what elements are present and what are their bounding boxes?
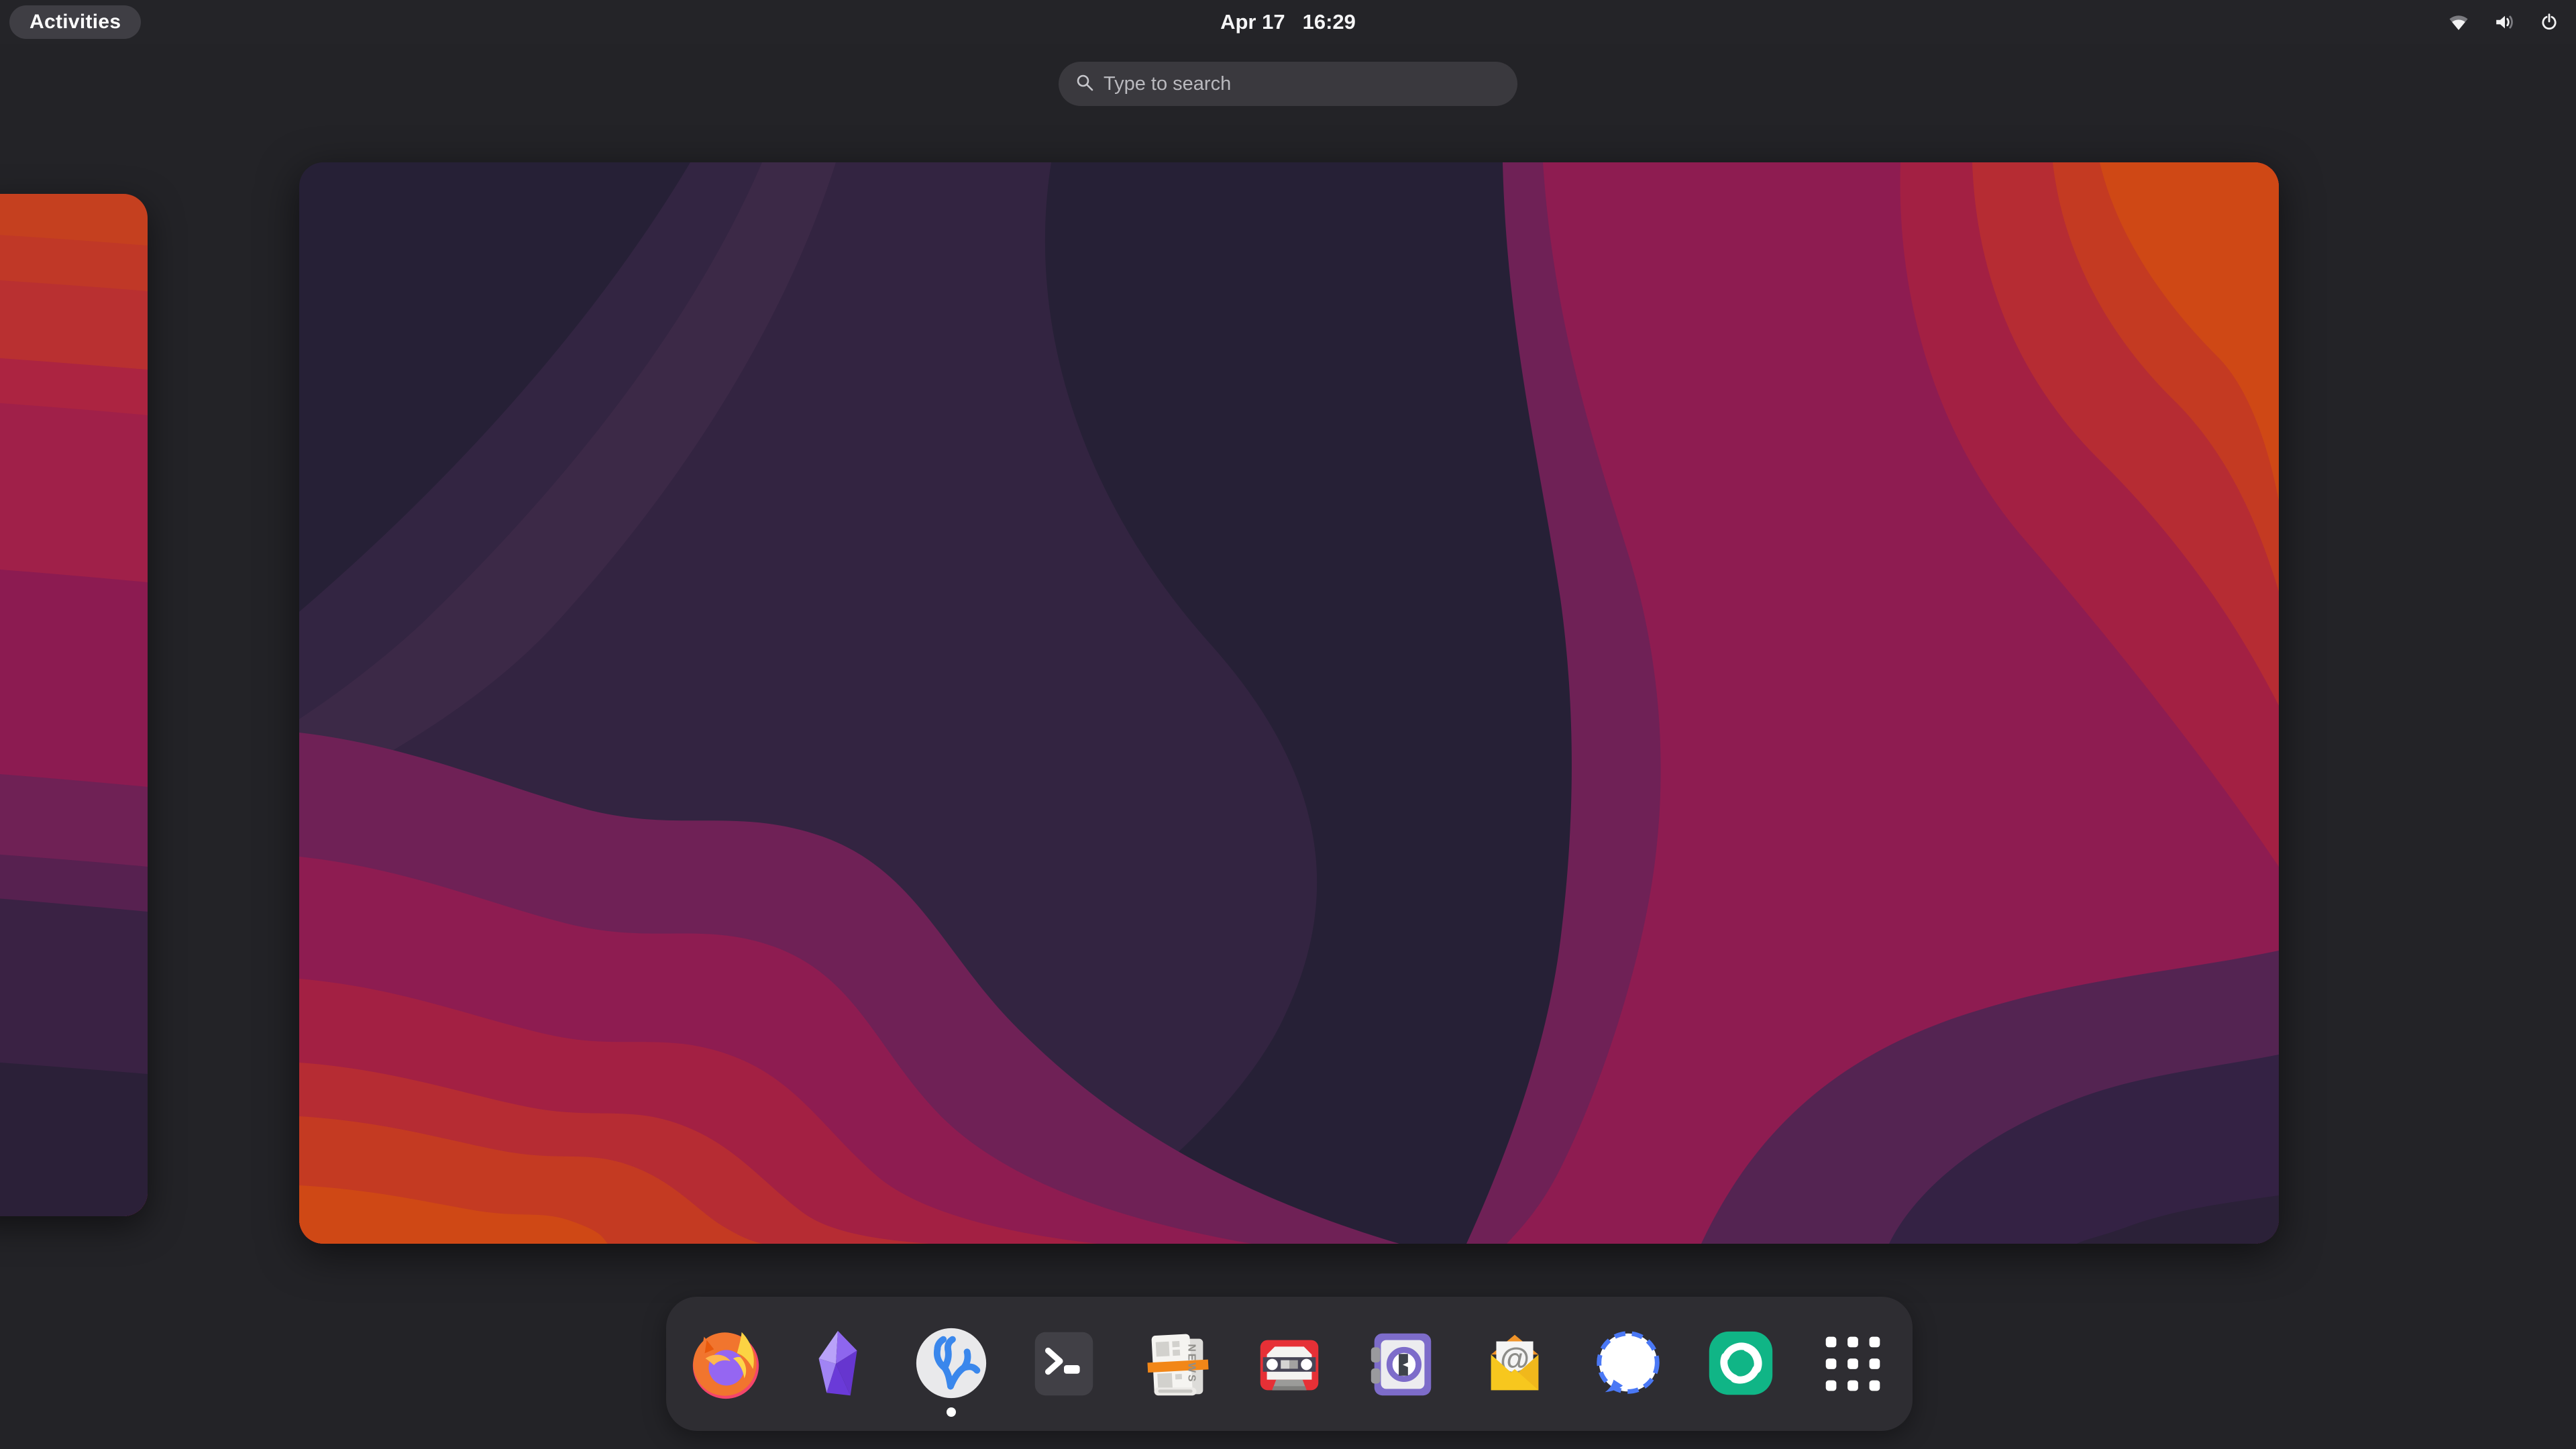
running-app-indicator — [947, 1407, 956, 1417]
newsflash-label: NEWS — [1186, 1344, 1197, 1384]
newsflash-icon[interactable]: NEWS — [1137, 1324, 1216, 1403]
search-input[interactable]: Type to search — [1059, 62, 1517, 106]
power-icon[interactable] — [2540, 13, 2559, 32]
terminal-icon[interactable] — [1024, 1324, 1104, 1403]
element-icon[interactable] — [1701, 1324, 1780, 1403]
clock-time: 16:29 — [1303, 10, 1356, 34]
clock-date: Apr 17 — [1220, 10, 1285, 34]
dash-dock: NEWS — [666, 1297, 1913, 1431]
geary-mail-icon[interactable]: @ — [1475, 1324, 1554, 1403]
top-bar: Activities Apr 17 16:29 — [0, 0, 2576, 44]
wallpaper-left-crop — [0, 194, 148, 1216]
signal-icon[interactable] — [1588, 1324, 1667, 1403]
search-icon — [1075, 72, 1095, 96]
system-tray[interactable] — [2447, 0, 2559, 44]
cassette-icon[interactable] — [1250, 1324, 1329, 1403]
firefox-icon[interactable] — [686, 1324, 765, 1403]
wallpaper-art — [299, 162, 2279, 1244]
wifi-icon[interactable] — [2447, 13, 2470, 32]
workspace-preview-left[interactable] — [0, 194, 148, 1216]
workspace-preview-main[interactable] — [299, 162, 2279, 1244]
app-grid-button[interactable] — [1813, 1324, 1892, 1403]
obsidian-icon[interactable] — [799, 1324, 878, 1403]
secrets-safe-icon[interactable] — [1362, 1324, 1442, 1403]
clock-button[interactable]: Apr 17 16:29 — [0, 0, 2576, 44]
search-placeholder: Type to search — [1104, 73, 1231, 95]
coral-app-icon[interactable] — [912, 1324, 991, 1403]
gnome-overview-screen: Activities Apr 17 16:29 — [0, 0, 2576, 1449]
volume-icon[interactable] — [2494, 13, 2516, 31]
